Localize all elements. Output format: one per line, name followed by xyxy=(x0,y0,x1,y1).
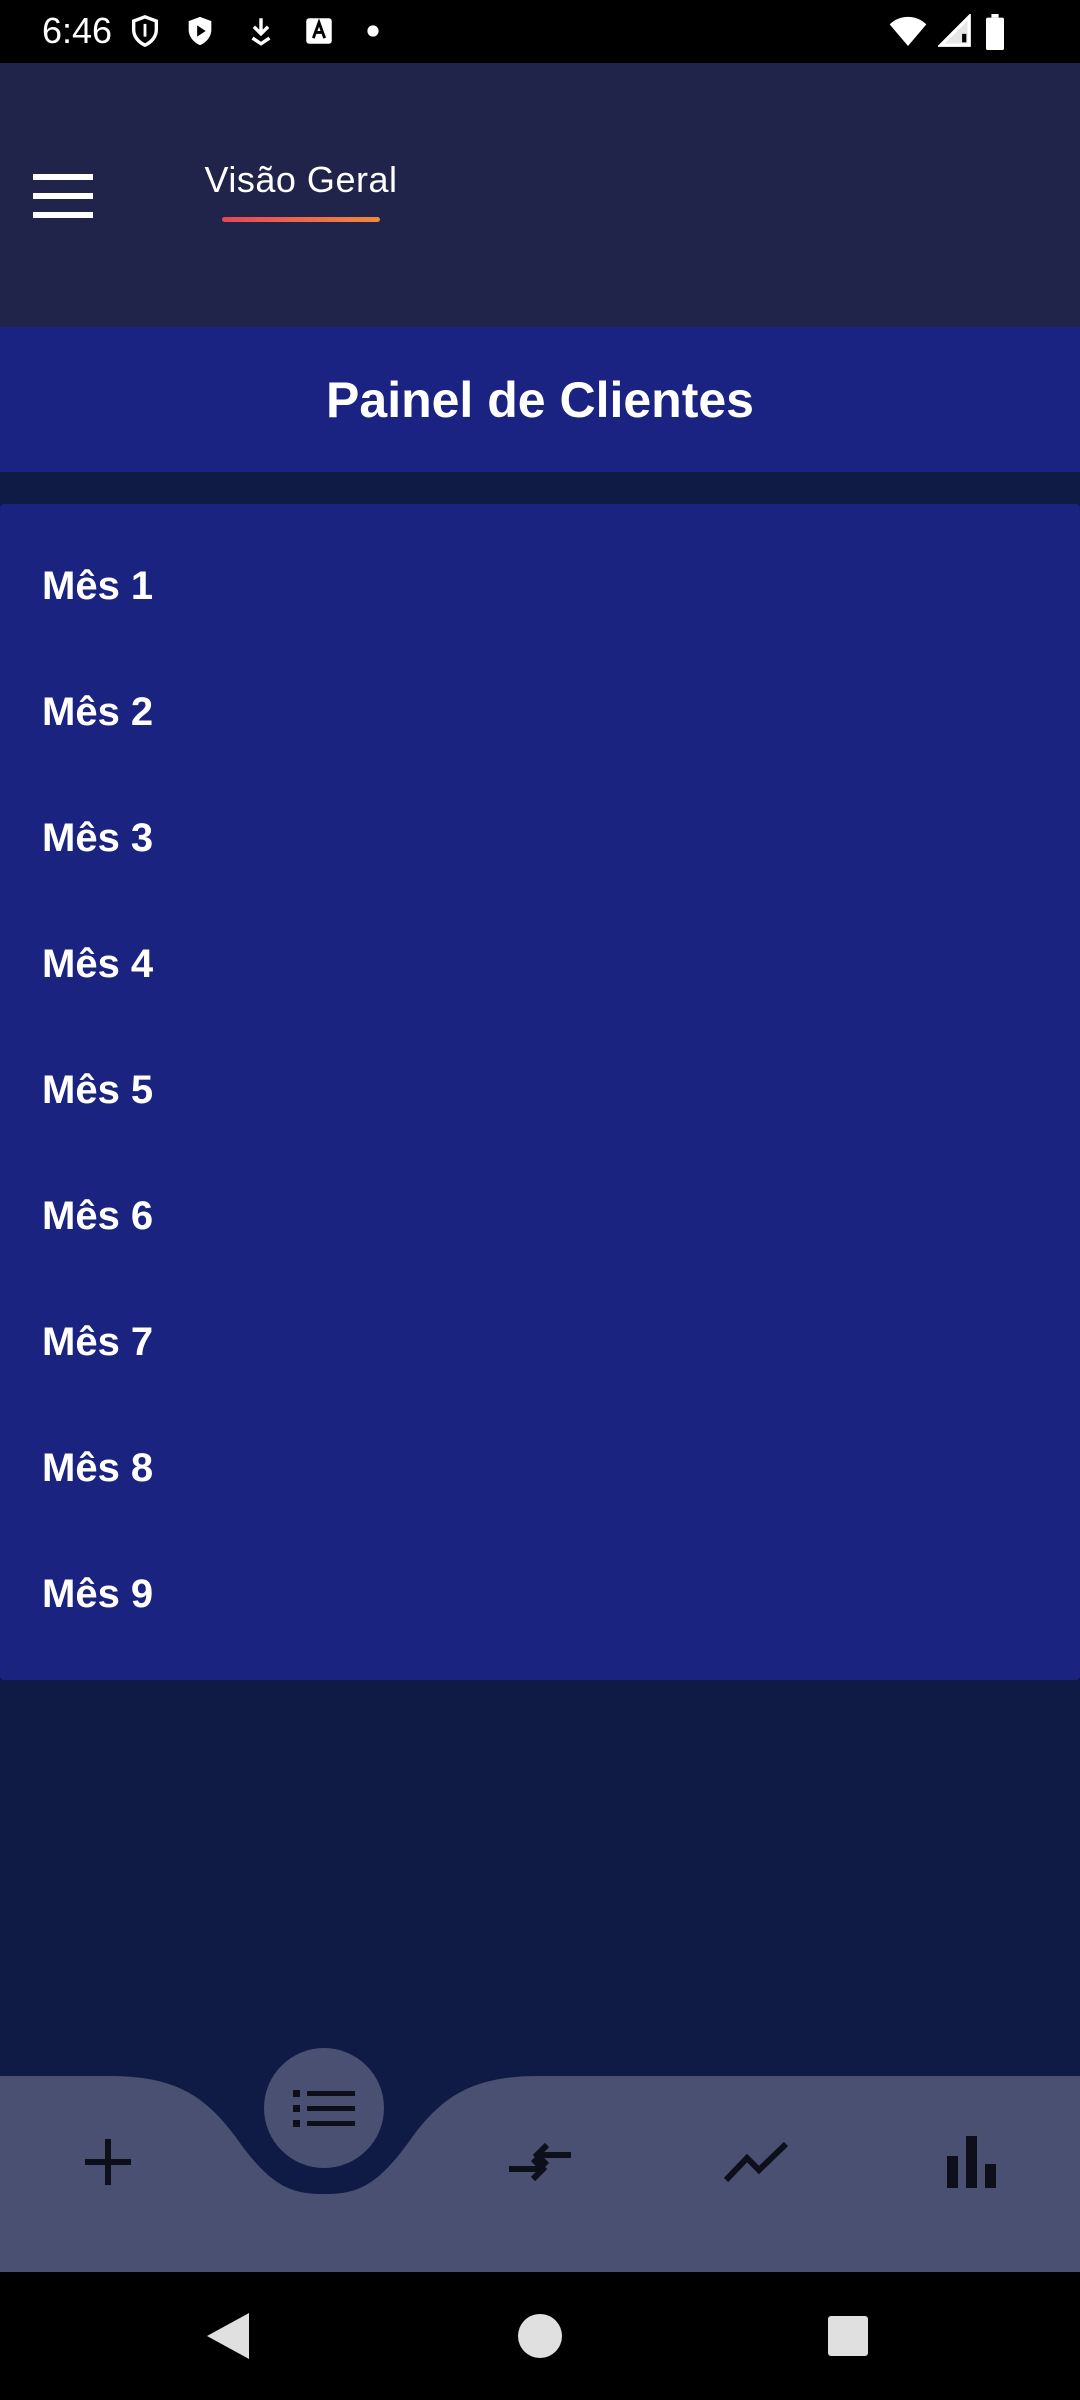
list-item[interactable]: Mês 8 xyxy=(0,1405,1080,1531)
app-bar: Visão Geral xyxy=(0,63,1080,327)
page-title: Painel de Clientes xyxy=(326,371,754,428)
list-item[interactable]: Mês 5 xyxy=(0,1027,1080,1153)
list-item[interactable]: Mês 1 xyxy=(0,523,1080,649)
list-item-label: Mês 3 xyxy=(42,815,154,860)
nav-stats[interactable] xyxy=(912,2102,1032,2222)
list-item[interactable]: Mês 4 xyxy=(0,901,1080,1027)
list-item-label: Mês 7 xyxy=(42,1319,154,1364)
list-item-label: Mês 4 xyxy=(42,941,154,986)
menu-button[interactable] xyxy=(22,159,104,233)
compare-arrows-icon xyxy=(509,2142,571,2182)
wifi-icon xyxy=(888,14,928,53)
nav-trends[interactable] xyxy=(696,2102,816,2222)
battery-icon xyxy=(984,14,1006,55)
list-item-label: Mês 6 xyxy=(42,1193,154,1238)
nav-add[interactable] xyxy=(48,2102,168,2222)
list-item-label: Mês 5 xyxy=(42,1067,154,1112)
home-button[interactable] xyxy=(500,2296,580,2376)
tab-indicator xyxy=(222,217,380,222)
list-item-label: Mês 2 xyxy=(42,689,154,734)
download-icon xyxy=(244,14,278,53)
hamburger-menu-icon xyxy=(33,174,93,218)
nav-list-selected[interactable] xyxy=(264,2048,384,2168)
notification-dot-icon xyxy=(366,24,380,43)
month-list: Mês 1 Mês 2 Mês 3 Mês 4 Mês 5 Mês 6 Mês … xyxy=(0,504,1080,1680)
system-navigation-bar xyxy=(0,2272,1080,2400)
list-item[interactable]: Mês 7 xyxy=(0,1279,1080,1405)
list-item-label: Mês 8 xyxy=(42,1445,154,1490)
trending-line-icon xyxy=(723,2141,789,2183)
status-bar: 6:46 xyxy=(0,0,1080,63)
recents-button[interactable] xyxy=(808,2296,888,2376)
shield-icon xyxy=(128,14,162,53)
cellular-signal-icon xyxy=(936,12,972,53)
status-time: 6:46 xyxy=(42,10,113,51)
recents-square-icon xyxy=(828,2316,868,2356)
bottom-navigation xyxy=(0,2076,1080,2272)
back-triangle-icon xyxy=(207,2313,249,2359)
list-item[interactable]: Mês 9 xyxy=(0,1531,1080,1657)
home-circle-icon xyxy=(518,2314,562,2358)
list-item[interactable]: Mês 3 xyxy=(0,775,1080,901)
nav-compare[interactable] xyxy=(480,2102,600,2222)
font-a-icon xyxy=(302,14,336,53)
tab-label: Visão Geral xyxy=(204,159,398,200)
list-item-label: Mês 9 xyxy=(42,1571,154,1616)
list-item[interactable]: Mês 2 xyxy=(0,649,1080,775)
tab-overview[interactable]: Visão Geral xyxy=(190,151,412,251)
play-protect-icon xyxy=(183,14,217,53)
back-button[interactable] xyxy=(188,2296,268,2376)
list-item-label: Mês 1 xyxy=(42,563,154,608)
list-item[interactable]: Mês 6 xyxy=(0,1153,1080,1279)
header-band: Painel de Clientes xyxy=(0,327,1080,472)
list-icon xyxy=(293,2090,355,2127)
bar-chart-icon xyxy=(947,2136,996,2188)
add-icon xyxy=(85,2139,131,2185)
